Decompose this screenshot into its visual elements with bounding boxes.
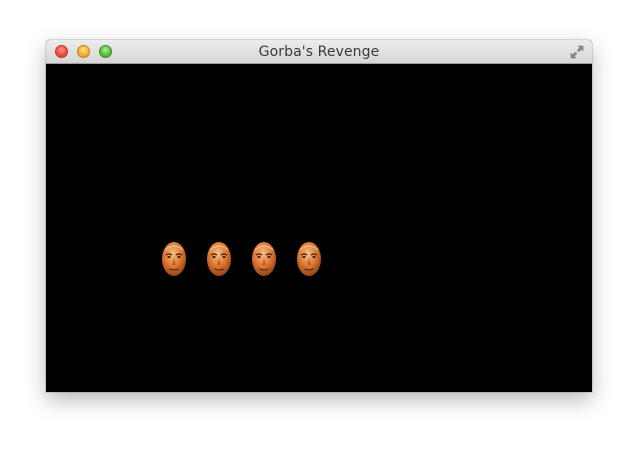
window-title: Gorba's Revenge	[258, 44, 380, 60]
enemy-head-sprite	[297, 242, 321, 276]
game-window: Gorba's Revenge	[46, 40, 592, 392]
game-canvas[interactable]	[46, 64, 592, 392]
enemy-head-sprite	[252, 242, 276, 276]
fullscreen-icon[interactable]	[569, 44, 585, 60]
enemy-head-sprite	[162, 242, 186, 276]
enemy-head-sprite	[207, 242, 231, 276]
title-bar[interactable]: Gorba's Revenge	[46, 40, 592, 64]
